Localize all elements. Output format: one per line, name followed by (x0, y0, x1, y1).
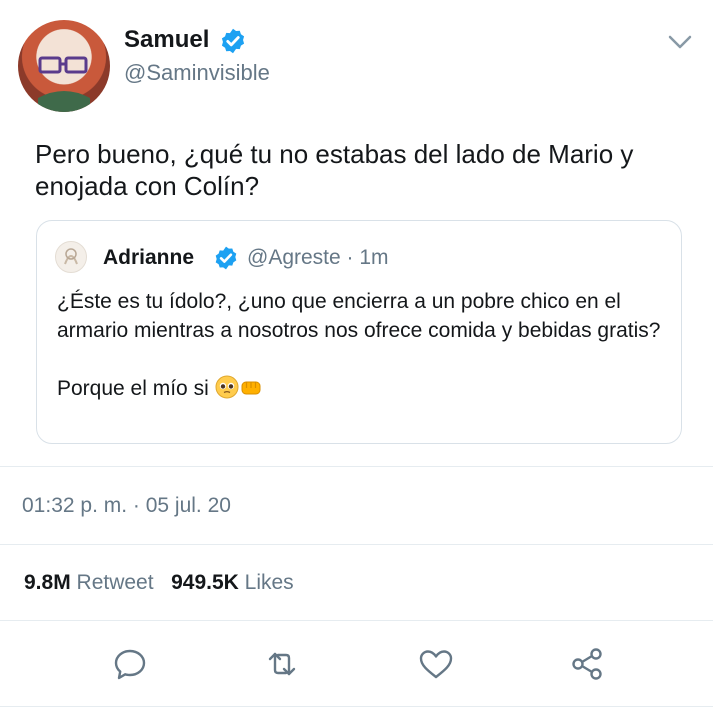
reply-icon (114, 649, 146, 680)
author-name[interactable]: Samuel (124, 26, 209, 54)
quoted-text-line2-label: Porque el mío si (57, 377, 209, 400)
quoted-text-line2: Porque el mío si (57, 374, 667, 403)
fist-emoji (241, 381, 261, 395)
quoted-author-name: Adrianne (103, 246, 195, 269)
reply-button[interactable] (110, 644, 150, 684)
tweet-header: Samuel @Saminvisible (0, 0, 713, 130)
retweets-count[interactable]: 9.8M (24, 571, 71, 594)
quoted-tweet-text: ¿Éste es tu ídolo?, ¿uno que encierra a … (57, 287, 667, 403)
share-icon (572, 648, 602, 680)
quoted-tweet-card[interactable]: Adrianne @Agreste · 1m ¿Éste es tu ídolo… (36, 220, 682, 444)
quoted-author-handle: @Agreste · 1m (247, 246, 389, 269)
pleading-face-emoji (215, 375, 239, 399)
divider (0, 706, 713, 707)
quoted-author-avatar (55, 241, 87, 273)
divider (0, 466, 713, 467)
author-handle[interactable]: @Saminvisible (124, 60, 270, 86)
verified-badge-icon (215, 246, 237, 270)
tweet-stats: 9.8M Retweet 949.5K Likes (24, 571, 294, 595)
like-button[interactable] (416, 644, 456, 684)
likes-label[interactable]: Likes (245, 571, 294, 594)
tweet-text: Pero bueno, ¿qué tu no estabas del lado … (35, 139, 634, 201)
chevron-down-icon[interactable] (665, 30, 695, 54)
verified-badge-icon (221, 28, 245, 54)
retweets-label[interactable]: Retweet (77, 571, 154, 594)
divider (0, 544, 713, 545)
tweet-timestamp[interactable]: 01:32 p. m. · 05 jul. 20 (22, 494, 231, 518)
retweet-icon (268, 652, 296, 676)
likes-count[interactable]: 949.5K (171, 571, 239, 594)
heart-icon (419, 650, 453, 679)
retweet-button[interactable] (262, 644, 302, 684)
divider (0, 620, 713, 621)
author-avatar[interactable] (18, 20, 110, 112)
share-button[interactable] (568, 644, 608, 684)
quoted-text-line1: ¿Éste es tu ídolo?, ¿uno que encierra a … (57, 290, 661, 342)
